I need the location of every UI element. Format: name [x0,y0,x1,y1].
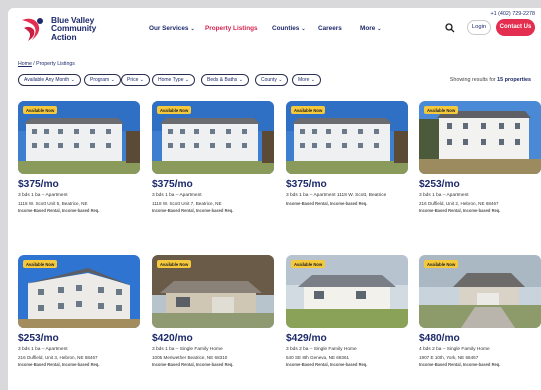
listing-tags: Income-Based Rental, Income-based Req. [419,208,501,214]
nav-careers[interactable]: Careers [318,25,342,32]
chevron-down-icon: ⌄ [278,77,283,83]
nav-more[interactable]: More ⌄ [360,25,381,32]
listing-card[interactable]: Available Now $420/mo 3 bds 1 ba – Singl… [152,255,274,367]
chevron-down-icon: ⌄ [190,26,195,32]
listing-details: 3 bds 1 ba – Apartment [18,193,68,198]
site-header: Blue Valley Community Action Our Service… [8,8,541,48]
listing-tags: Income-Based Rental, Income-based Req. [286,200,368,206]
listing-tags: Income-Based Rental, Income-based Req. [286,362,368,368]
chevron-down-icon: ⌄ [139,77,144,83]
availability-badge: Available Now [23,260,58,268]
listing-details: 3 bds 1 ba – Single Family Home [152,347,223,352]
listing-details: 3 bds 1 ba – Apartment 1118 W. Scott, Be… [286,193,387,198]
filter-program[interactable]: Program ⌄ [84,74,121,86]
listing-photo[interactable]: Available Now [419,101,541,174]
listing-photo[interactable]: Available Now [18,101,140,174]
logo-mark-icon [22,18,43,41]
chevron-down-icon: ⌄ [377,26,382,32]
listing-details: 3 bds 1 ba – Apartment [18,347,68,352]
listing-price: $375/mo [286,179,327,190]
availability-badge: Available Now [424,260,459,268]
nav-our-services[interactable]: Our Services ⌄ [149,25,195,32]
listing-photo[interactable]: Available Now [152,255,274,328]
chevron-down-icon: ⌄ [301,26,306,32]
chevron-down-icon: ⌄ [238,77,243,83]
listing-tags: Income-Based Rental, Income-based Req. [18,208,100,214]
logo[interactable]: Blue Valley Community Action [18,14,108,44]
listing-photo[interactable]: Available Now [152,101,274,174]
chevron-down-icon: ⌄ [70,77,75,83]
availability-badge: Available Now [424,106,459,114]
availability-badge: Available Now [157,106,192,114]
listing-details: 3 bds 1 ba – Apartment [419,193,469,198]
listing-address: 1907 E 10th, York, NE 68467 [419,354,479,360]
filter-available-month[interactable]: Available Any Month ⌄ [18,74,81,86]
breadcrumb: Home / Property Listings [18,61,75,67]
filter-beds-baths[interactable]: Beds & Baths ⌄ [201,74,249,86]
breadcrumb-home-link[interactable]: Home [18,61,32,67]
listing-photo[interactable]: Available Now [286,101,408,174]
listing-details: 3 bds 1 ba – Apartment [152,193,202,198]
listing-price: $253/mo [419,179,460,190]
filter-county[interactable]: County ⌄ [255,74,289,86]
availability-badge: Available Now [291,260,326,268]
browser-page: Blue Valley Community Action Our Service… [8,8,541,390]
listing-address: 540 SE 8th Geneva, NE 68361 [286,354,350,360]
phone-number[interactable]: +1 (402) 729-2278 [490,11,535,17]
availability-badge: Available Now [23,106,58,114]
listing-address: 216 Duffield, Unit 2, Hebron, NE 68467 [419,200,499,206]
listing-photo[interactable]: Available Now [286,255,408,328]
results-count: Showing results for 15 properties [449,77,531,83]
listing-price: $429/mo [286,333,327,344]
listing-price: $253/mo [18,333,59,344]
breadcrumb-current: Property Listings [36,61,75,67]
listing-details: 4 bds 2 ba – Single Family Home [419,347,490,352]
listing-card[interactable]: Available Now $375/mo 3 bds 1 ba – Apart… [286,101,408,206]
listing-price: $375/mo [18,179,59,190]
listing-card[interactable]: Available Now $375/mo 3 bds 1 ba – Apart… [18,101,140,213]
filter-more[interactable]: More ⌄ [292,74,321,86]
listing-card[interactable]: Available Now $253/mo 3 bds 1 ba – Apart… [18,255,140,367]
listing-photo[interactable]: Available Now [419,255,541,328]
availability-badge: Available Now [291,106,326,114]
listing-card[interactable]: Available Now $375/mo 3 bds 1 ba – Apart… [152,101,274,213]
listing-address: 1118 W. Scott Unit 7, Beatrice, NE [152,200,222,206]
logo-line-3: Action [51,31,77,42]
listing-price: $375/mo [152,179,193,190]
listing-address: 1005 Meriwether Beatrice, NE 68310 [152,354,228,360]
listing-card[interactable]: Available Now $480/mo 4 bds 2 ba – Singl… [419,255,541,367]
listing-price: $420/mo [152,333,193,344]
listing-tags: Income-Based Rental, Income-based Req. [152,362,234,368]
listing-photo[interactable]: Available Now [18,255,140,328]
chevron-down-icon: ⌄ [184,77,190,83]
search-icon[interactable] [445,23,455,33]
chevron-down-icon: ⌄ [310,77,315,83]
listing-tags: Income-Based Rental, Income-based Req. [419,362,501,368]
contact-us-button[interactable]: Contact Us [496,19,535,36]
listing-details: 3 bds 2 ba – Single Family Home [286,347,357,352]
listing-address: 1118 W. Scott Unit 5, Beatrice, NE [18,200,88,206]
login-button[interactable]: Login [467,20,491,35]
listing-address: 216 Duffield, Unit 3, Hebron, NE 68467 [18,354,98,360]
listing-card[interactable]: Available Now $253/mo 3 bds 1 ba – Apart… [419,101,541,213]
listing-price: $480/mo [419,333,460,344]
listing-tags: Income-Based Rental, Income-based Req. [152,208,234,214]
filter-home-type[interactable]: Home Type ⌄ [152,74,196,86]
listing-tags: Income-Based Rental, Income-based Req. [18,362,100,368]
listing-card[interactable]: Available Now $429/mo 3 bds 2 ba – Singl… [286,255,408,367]
filter-price[interactable]: Price ⌄ [121,74,150,86]
logo-text: Blue Valley Community Action [51,16,96,41]
nav-counties[interactable]: Counties ⌄ [272,25,306,32]
chevron-down-icon: ⌄ [110,77,115,83]
nav-property-listings[interactable]: Property Listings [205,25,258,32]
availability-badge: Available Now [157,260,192,268]
